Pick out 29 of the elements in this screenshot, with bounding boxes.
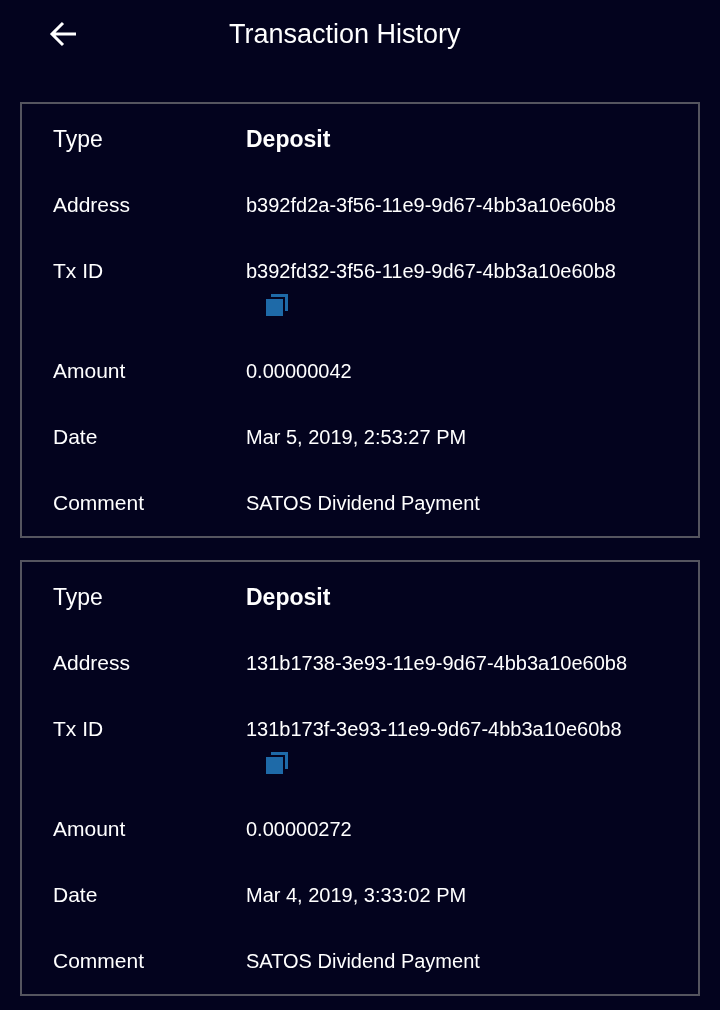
copy-button[interactable] (264, 750, 290, 776)
field-label: Address (53, 192, 132, 218)
field-value: Deposit (246, 126, 331, 152)
copy-icon (264, 750, 290, 776)
field-value: Mar 5, 2019, 2:53:27 PM (246, 425, 467, 450)
field-label: Date (53, 882, 99, 908)
field-label: Comment (53, 948, 146, 974)
field-value: 131b173f-3e93-11e9-9d67-4bb3a10e60b8 (246, 717, 622, 742)
field-value: SATOS Dividend Payment (246, 491, 480, 516)
field-value: Deposit (246, 584, 331, 610)
copy-icon (264, 292, 290, 318)
field-value: SATOS Dividend Payment (246, 949, 480, 974)
field-label: Amount (53, 816, 127, 842)
field-label: Date (53, 424, 99, 450)
field-value: 131b1738-3e93-11e9-9d67-4bb3a10e60b8 (246, 651, 628, 676)
copy-button[interactable] (264, 292, 290, 318)
field-label: Address (53, 650, 132, 676)
field-label: Type (53, 126, 104, 152)
field-value: Mar 4, 2019, 3:33:02 PM (246, 883, 467, 908)
field-value: 0.00000272 (246, 817, 352, 842)
page-title: Transaction History (229, 18, 461, 51)
field-label: Comment (53, 490, 146, 516)
field-value: b392fd32-3f56-11e9-9d67-4bb3a10e60b8 (246, 259, 616, 284)
field-label: Tx ID (53, 258, 105, 284)
field-label: Type (53, 584, 104, 610)
field-label: Tx ID (53, 716, 105, 742)
field-value: b392fd2a-3f56-11e9-9d67-4bb3a10e60b8 (246, 193, 616, 218)
field-value: 0.00000042 (246, 359, 352, 384)
field-label: Amount (53, 358, 127, 384)
